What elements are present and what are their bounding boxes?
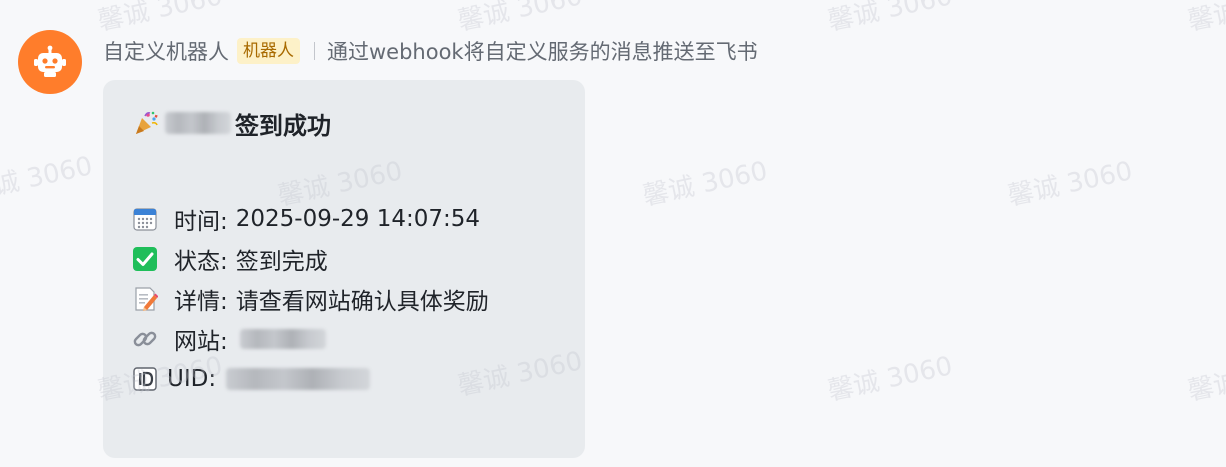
website-label: 网站:	[174, 329, 228, 355]
redacted-website	[239, 329, 326, 349]
watermark-text: 馨诚 3060	[1005, 156, 1135, 212]
info-row-time: 时间: 2025-09-29 14:07:54	[131, 202, 480, 236]
details-value: 请查看网站确认具体奖励	[235, 289, 489, 315]
watermark-text: 馨诚 3060	[640, 156, 770, 212]
info-row-website: 网站:	[131, 322, 326, 356]
redacted-site-name	[165, 112, 231, 134]
watermark-text: 馨诚 3060	[825, 0, 955, 37]
details-label: 详情:	[174, 289, 228, 315]
bot-name[interactable]: 自定义机器人	[103, 36, 229, 66]
message-card: 签到成功 时间: 2025-09-29 14:07:54 状态: 签到完成 详情…	[103, 80, 585, 458]
bot-tag-badge: 机器人	[237, 38, 300, 64]
watermark-text: 馨诚 3060	[825, 351, 955, 407]
info-row-status: 状态: 签到完成	[131, 242, 328, 276]
header-separator	[314, 42, 315, 60]
time-value: 2025-09-29 14:07:54	[235, 206, 481, 232]
link-icon	[131, 325, 159, 353]
check-box-icon	[131, 245, 159, 273]
status-value: 签到完成	[235, 249, 328, 275]
bot-description: 通过webhook将自定义服务的消息推送至飞书	[327, 40, 758, 64]
bot-avatar[interactable]	[18, 30, 82, 94]
info-row-details: 详情: 请查看网站确认具体奖励	[131, 282, 489, 316]
watermark-text: 馨诚 3060	[455, 0, 585, 37]
redacted-uid	[226, 368, 371, 390]
robot-icon	[34, 45, 66, 77]
watermark-text: 馨诚 3060	[0, 151, 95, 207]
watermark-text: 馨诚 3060	[95, 0, 225, 37]
party-popper-icon	[131, 108, 161, 138]
status-label: 状态:	[174, 249, 228, 275]
message-header: 自定义机器人 机器人 通过webhook将自定义服务的消息推送至飞书	[103, 34, 758, 68]
card-title-text: 签到成功	[235, 111, 331, 140]
id-icon	[131, 365, 159, 393]
memo-icon	[131, 285, 159, 313]
card-title: 签到成功	[131, 106, 331, 140]
time-label: 时间:	[174, 209, 228, 235]
calendar-icon	[131, 205, 159, 233]
watermark-text: 馨诚 3060	[1185, 351, 1226, 407]
info-row-uid: UID:	[131, 362, 371, 396]
watermark-text: 馨诚 3060	[1185, 0, 1226, 37]
uid-label: UID:	[167, 366, 217, 392]
